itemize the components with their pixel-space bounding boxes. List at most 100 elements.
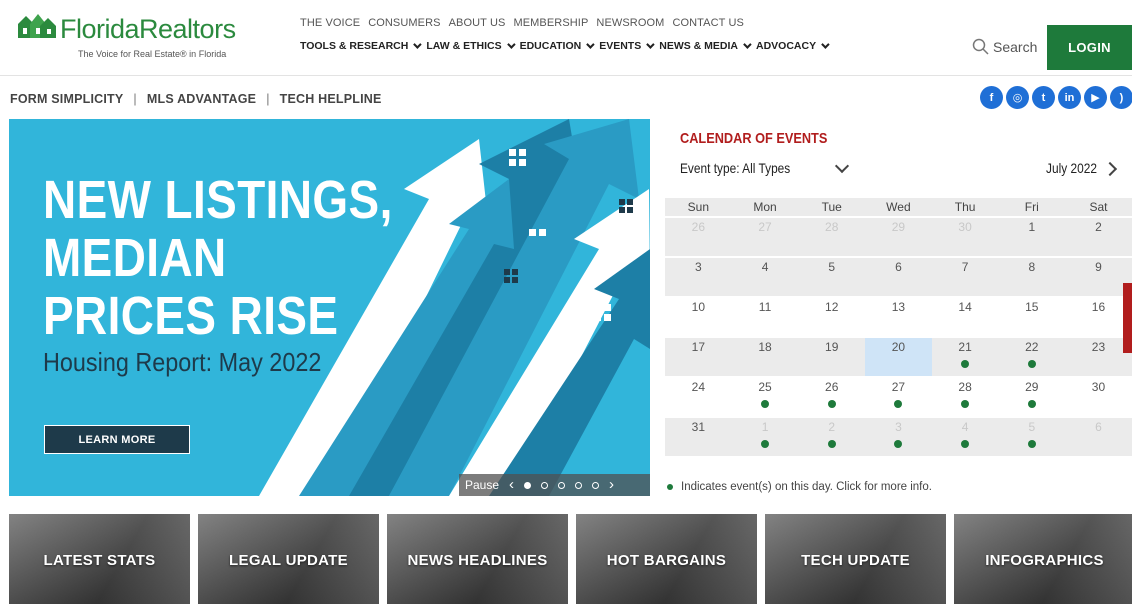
calendar-day[interactable]: 30	[932, 218, 999, 256]
calendar-day[interactable]: 13	[865, 298, 932, 336]
chevron-right-icon[interactable]: ›	[609, 477, 614, 492]
calendar-day[interactable]: 2	[1065, 218, 1132, 256]
florida-realtors-logo[interactable]: FloridaRealtors The Voice for Real Estat…	[16, 10, 236, 60]
calendar-day[interactable]: 4	[732, 258, 799, 296]
tile-latest-stats[interactable]: LATEST STATS	[9, 514, 190, 604]
calendar-day[interactable]: 5	[798, 258, 865, 296]
day-number: 27	[758, 220, 772, 234]
calendar-day[interactable]: 22	[998, 338, 1065, 376]
day-number: 27	[891, 380, 906, 394]
calendar-day[interactable]: 12	[798, 298, 865, 336]
calendar-grid: Sun Mon Tue Wed Thu Fri Sat 26 27 28 29 30 1 2…	[665, 198, 1132, 456]
calendar-day[interactable]: 30	[1065, 378, 1132, 416]
quick-link-mls-advantage[interactable]: MLS ADVANTAGE	[147, 92, 256, 106]
nav-label: ADVOCACY	[755, 40, 817, 52]
top-link-membership[interactable]: MEMBERSHIP	[513, 17, 588, 29]
chevron-left-icon[interactable]: ‹	[509, 477, 514, 492]
nav-education[interactable]: EDUCATION	[520, 40, 595, 52]
calendar-day[interactable]: 17	[665, 338, 732, 376]
pause-button[interactable]: Pause	[465, 478, 499, 492]
calendar-day[interactable]: 26	[798, 378, 865, 416]
calendar-day[interactable]: 3	[665, 258, 732, 296]
nav-news-media[interactable]: NEWS & MEDIA	[659, 40, 752, 52]
top-link-consumers[interactable]: CONSUMERS	[368, 17, 440, 29]
slide-dot-3[interactable]	[558, 481, 566, 489]
tile-legal-update[interactable]: LEGAL UPDATE	[198, 514, 379, 604]
calendar-day[interactable]: 28	[932, 378, 999, 416]
day-number: 18	[758, 340, 772, 354]
legend-text: Indicates event(s) on this day. Click fo…	[681, 481, 932, 493]
nav-tools-research[interactable]: TOOLS & RESEARCH	[300, 40, 422, 52]
calendar-day[interactable]: 6	[1065, 418, 1132, 456]
tile-news-headlines[interactable]: NEWS HEADLINES	[387, 514, 568, 604]
hero-title: NEW LISTINGS, MEDIAN PRICES RISE	[43, 171, 393, 345]
nav-advocacy[interactable]: ADVOCACY	[755, 40, 830, 52]
twitter-icon[interactable]: t	[1032, 86, 1055, 109]
calendar-day[interactable]: 31	[665, 418, 732, 456]
calendar-day[interactable]: 15	[998, 298, 1065, 336]
tile-infographics[interactable]: INFOGRAPHICS	[954, 514, 1132, 604]
calendar-day[interactable]: 28	[798, 218, 865, 256]
facebook-icon[interactable]: f	[980, 86, 1003, 109]
nav-law-ethics[interactable]: LAW & ETHICS	[426, 40, 516, 52]
top-link-the-voice[interactable]: THE VOICE	[300, 17, 360, 29]
day-number: 10	[691, 300, 706, 314]
quick-link-form-simplicity[interactable]: FORM SIMPLICITY	[10, 92, 123, 106]
linkedin-icon[interactable]: in	[1058, 86, 1081, 109]
calendar-day[interactable]: 25	[732, 378, 799, 416]
calendar-day[interactable]: 29	[998, 378, 1065, 416]
calendar-day[interactable]: 14	[932, 298, 999, 336]
hero-title-line: NEW LISTINGS,	[43, 170, 393, 230]
chevron-right-icon[interactable]	[1102, 161, 1118, 177]
calendar-day[interactable]: 27	[865, 378, 932, 416]
slide-dot-4[interactable]	[575, 481, 583, 489]
calendar-day[interactable]: 10	[665, 298, 732, 336]
calendar-day[interactable]: 16	[1065, 298, 1132, 336]
day-number: 29	[1025, 380, 1039, 394]
learn-more-button[interactable]: LEARN MORE	[44, 425, 190, 454]
calendar-day[interactable]: 1	[732, 418, 799, 456]
slide-dot-5[interactable]	[592, 481, 600, 489]
weekday-label: Mon	[753, 200, 777, 214]
instagram-icon[interactable]: ◎	[1006, 86, 1029, 109]
youtube-icon[interactable]: ▶	[1084, 86, 1107, 109]
calendar-day[interactable]: 19	[798, 338, 865, 376]
calendar-day[interactable]: 26	[665, 218, 732, 256]
top-link-contact-us[interactable]: CONTACT US	[672, 17, 744, 29]
hero-slider[interactable]: NEW LISTINGS, MEDIAN PRICES RISE Housing…	[9, 119, 650, 496]
calendar-day[interactable]: 23	[1065, 338, 1132, 376]
calendar-day[interactable]: 11	[732, 298, 799, 336]
nav-events[interactable]: EVENTS	[599, 40, 655, 52]
chevron-down-icon	[413, 40, 422, 49]
slide-dot-1[interactable]	[524, 481, 532, 489]
tile-hot-bargains[interactable]: HOT BARGAINS	[576, 514, 757, 604]
calendar-day[interactable]: 1	[998, 218, 1065, 256]
calendar-day[interactable]: 4	[932, 418, 999, 456]
top-link-newsroom[interactable]: NEWSROOM	[596, 17, 664, 29]
feedback-side-tab[interactable]	[1123, 283, 1132, 353]
calendar-day[interactable]: 21	[932, 338, 999, 376]
calendar-day[interactable]: 20	[865, 338, 932, 376]
calendar-day[interactable]: 29	[865, 218, 932, 256]
slide-dot-2[interactable]	[541, 481, 549, 489]
search-button[interactable]: Search	[972, 38, 1037, 55]
day-number: 3	[895, 420, 902, 434]
calendar-day[interactable]: 9	[1065, 258, 1132, 296]
calendar-day[interactable]: 5	[998, 418, 1065, 456]
calendar-day[interactable]: 2	[798, 418, 865, 456]
login-button[interactable]: LOGIN	[1047, 25, 1132, 70]
tile-tech-update[interactable]: TECH UPDATE	[765, 514, 946, 604]
top-link-about-us[interactable]: ABOUT US	[449, 17, 506, 29]
quick-link-tech-helpline[interactable]: TECH HELPLINE	[280, 92, 382, 106]
calendar-day[interactable]: 3	[865, 418, 932, 456]
calendar-day[interactable]: 27	[732, 218, 799, 256]
calendar-day[interactable]: 18	[732, 338, 799, 376]
calendar-day[interactable]: 7	[932, 258, 999, 296]
event-type-select[interactable]: Event type: All Types	[680, 160, 790, 176]
rss-icon[interactable]: )	[1110, 86, 1132, 109]
weekday-label: Sun	[687, 200, 710, 214]
calendar-day[interactable]: 8	[998, 258, 1065, 296]
chevron-down-icon[interactable]	[834, 158, 850, 174]
calendar-day[interactable]: 24	[665, 378, 732, 416]
calendar-day[interactable]: 6	[865, 258, 932, 296]
